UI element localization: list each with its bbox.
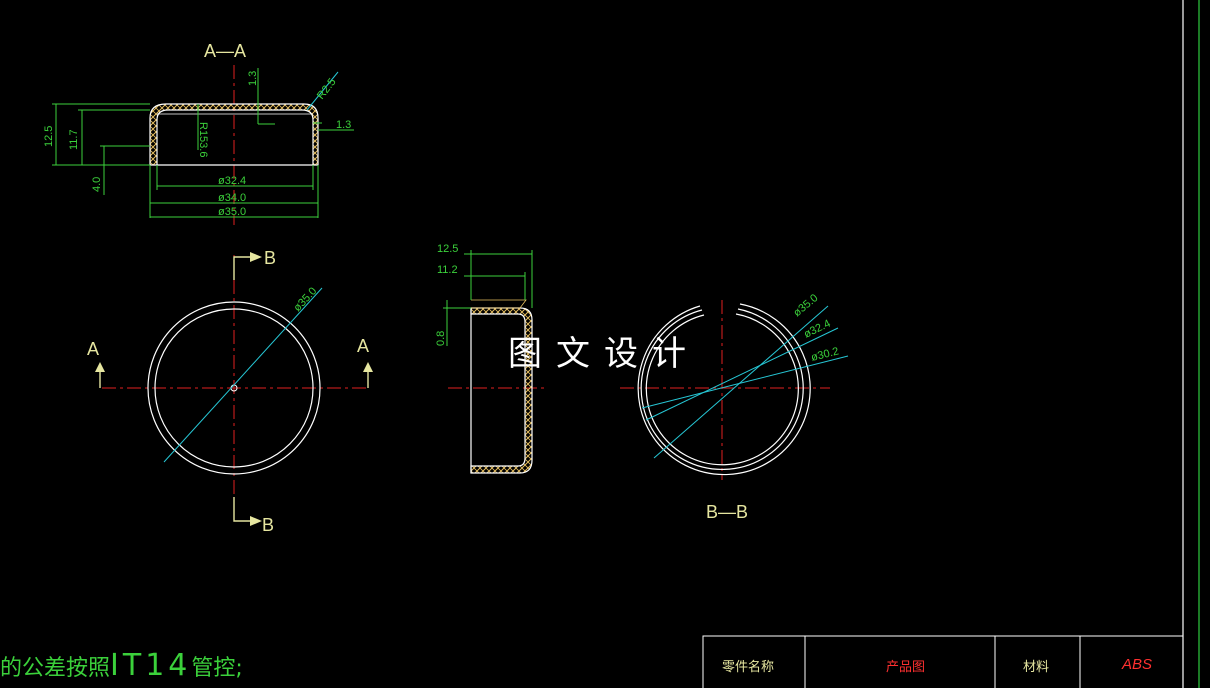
dim-aa-dia-34-0: ø34.0 — [218, 192, 246, 204]
cut-label-b-bottom: B — [262, 515, 274, 535]
dim-side-11-2: 11.2 — [437, 264, 458, 276]
title-part-name-label: 零件名称 — [722, 660, 775, 675]
dim-front-dia-35-0: ø35.0 — [291, 285, 319, 314]
dim-aa-radius-2-5: R2.5 — [315, 76, 339, 102]
drawing-frame — [1182, 0, 1200, 688]
cut-label-b-top: B — [264, 248, 276, 268]
dim-aa-dia-32-4: ø32.4 — [218, 175, 246, 187]
tolerance-note-suffix: 管控; — [191, 656, 243, 681]
dim-aa-side-thickness: 1.3 — [336, 119, 351, 131]
cut-label-a-left: A — [87, 339, 99, 359]
cut-label-a-right: A — [357, 336, 369, 356]
dim-aa-height-12-5: 12.5 — [43, 126, 55, 147]
title-part-name-value: 产品图 — [886, 660, 926, 675]
dim-side-0-8: 0.8 — [435, 331, 447, 346]
dim-bb-dia-32-4: ø32.4 — [802, 318, 833, 341]
title-block-frame — [702, 635, 1184, 688]
tolerance-note-prefix: 的公差按照 — [0, 656, 111, 681]
dim-bb-dia-30-2: ø30.2 — [810, 345, 840, 363]
section-bb-title: B—B — [706, 502, 748, 522]
title-material-value: ABS — [1122, 656, 1153, 673]
dim-side-12-5: 12.5 — [437, 243, 458, 255]
dim-bb-dia-35-0: ø35.0 — [791, 292, 820, 319]
front-view: ø35.0 B B A A — [87, 248, 373, 535]
watermark-text: 图文设计 — [508, 334, 700, 374]
dim-aa-height-4-0: 4.0 — [91, 177, 103, 192]
section-aa-title: A—A — [204, 41, 246, 61]
title-material-label: 材料 — [1023, 660, 1050, 675]
section-aa-view: A—A 12.5 11.7 4.0 ø32.4 ø34.0 ø35.0 1.3 … — [43, 41, 354, 225]
dim-aa-height-11-7: 11.7 — [68, 129, 80, 150]
dim-aa-top-thickness: 1.3 — [247, 71, 259, 86]
tolerance-grade: IT14 — [110, 648, 192, 683]
dim-aa-dia-35-0: ø35.0 — [218, 206, 246, 218]
tolerance-note: 的公差按照IT14管控; — [0, 648, 243, 683]
dim-aa-radius-153-6: R153.6 — [197, 122, 209, 157]
